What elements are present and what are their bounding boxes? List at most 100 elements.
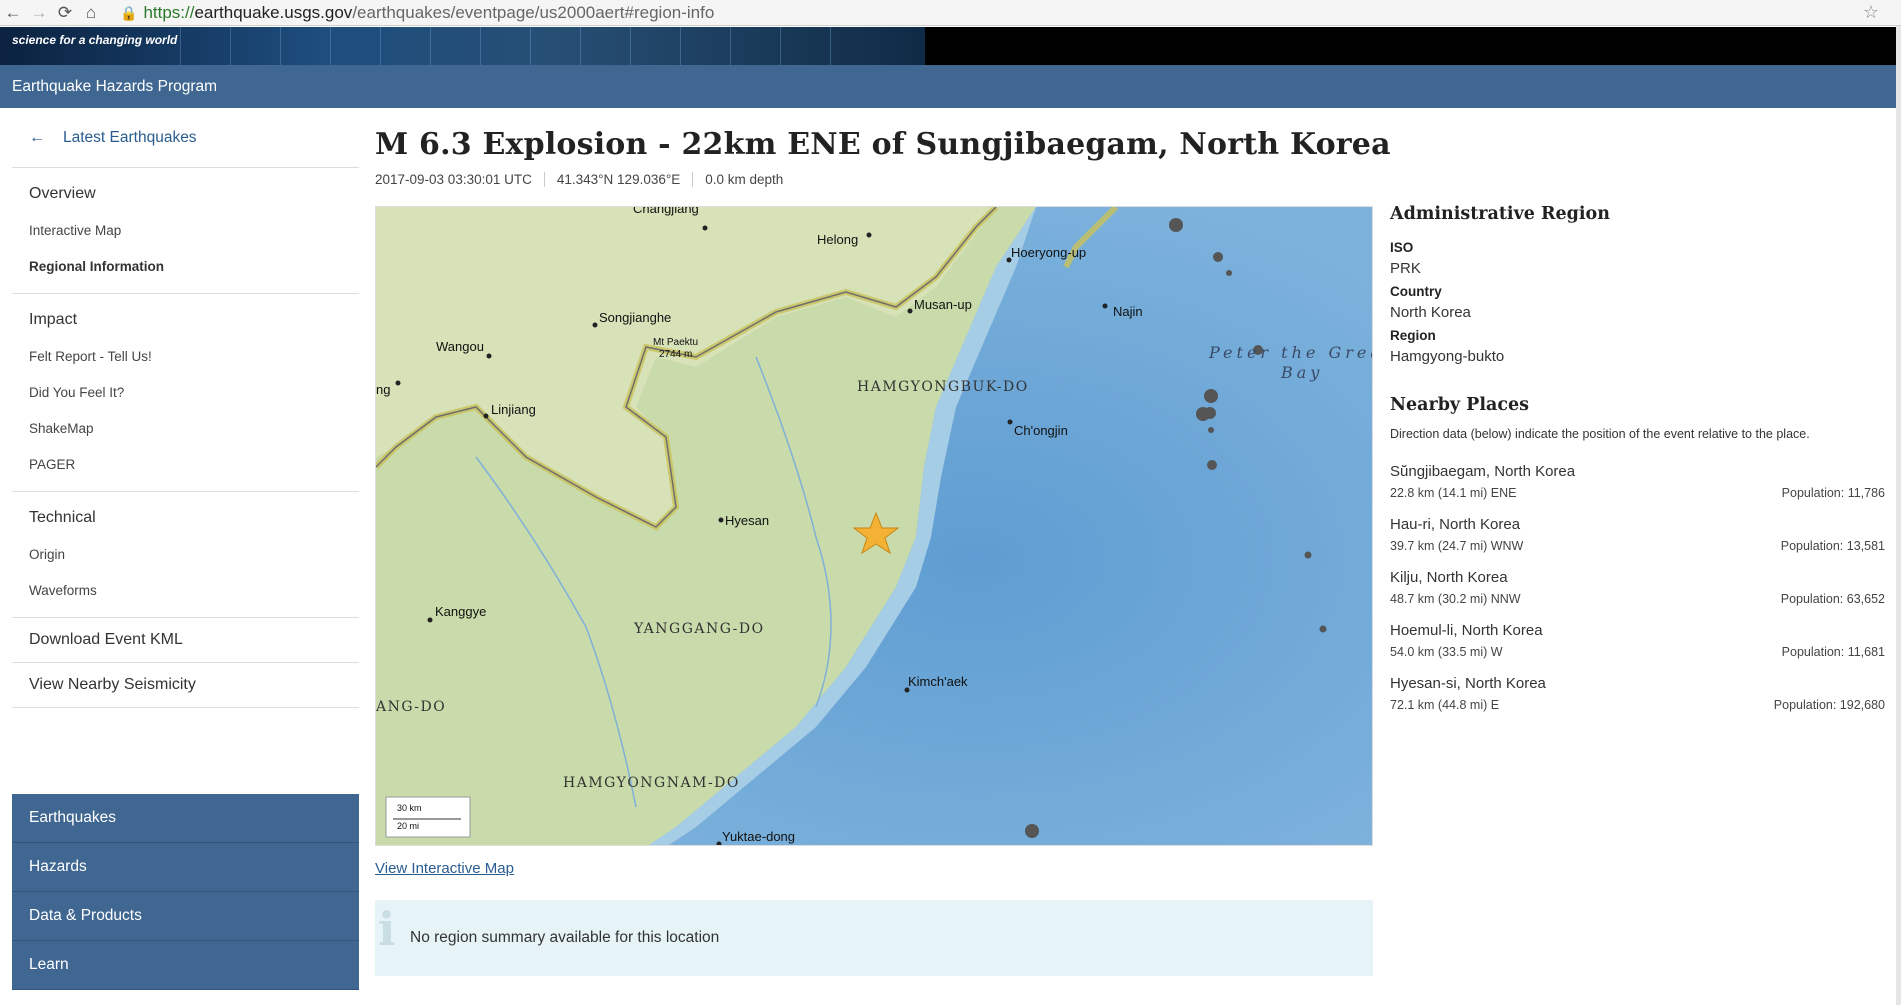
nav-group-impact: Impact Felt Report - Tell Us! Did You Fe… <box>12 294 359 492</box>
reload-icon[interactable]: ⟳ <box>52 0 78 26</box>
lock-icon: 🔒 <box>120 4 138 21</box>
site-nav-data-products[interactable]: Data & Products <box>12 892 359 941</box>
map-label-helong: Helong <box>817 232 859 247</box>
scale-bar-km: 30 km <box>397 803 422 813</box>
program-title[interactable]: Earthquake Hazards Program <box>12 78 217 96</box>
region-summary: No region summary available for this loc… <box>375 900 1373 976</box>
nearby-place: Sŭngjibaegam, North Korea 22.8 km (14.1 … <box>1390 463 1885 500</box>
scale-bar-mi: 20 mi <box>397 821 420 831</box>
url-host: earthquake.usgs.gov <box>194 3 353 22</box>
nearby-place: Hau-ri, North Korea 39.7 km (24.7 mi) WN… <box>1390 516 1885 553</box>
place-distance: 48.7 km (30.2 mi) NNW <box>1390 592 1521 606</box>
browser-toolbar: ← → ⟳ ⌂ 🔒 https://earthquake.usgs.gov/ea… <box>0 0 1901 26</box>
seismic-event[interactable] <box>1319 625 1327 633</box>
nav-shakemap[interactable]: ShakeMap <box>29 410 359 446</box>
country-label: Country <box>1390 284 1442 299</box>
program-header: Earthquake Hazards Program <box>0 65 1896 108</box>
forward-arrow-icon[interactable]: → <box>26 0 52 26</box>
nav-interactive-map[interactable]: Interactive Map <box>29 212 359 248</box>
sidebar: ← Latest Earthquakes Overview Interactiv… <box>12 108 359 708</box>
address-bar[interactable]: 🔒 https://earthquake.usgs.gov/earthquake… <box>120 2 1885 24</box>
nav-download-kml[interactable]: Download Event KML <box>12 618 359 663</box>
map-label-najin: Najin <box>1113 304 1143 319</box>
map-label-hamgyongnam: HAMGYONGNAM-DO <box>563 775 740 791</box>
nav-overview[interactable]: Overview <box>29 176 359 212</box>
map-label-kimchaek: Kimch'aek <box>908 674 968 689</box>
map-label-hamgyongbuk: HAMGYONGBUK-DO <box>857 379 1029 395</box>
home-icon[interactable]: ⌂ <box>78 0 104 26</box>
nearby-place: Kilju, North Korea 48.7 km (30.2 mi) NNW… <box>1390 569 1885 606</box>
latest-earthquakes-link[interactable]: ← Latest Earthquakes <box>12 108 359 168</box>
place-name: Hyesan-si, North Korea <box>1390 675 1546 692</box>
nav-regional-information[interactable]: Regional Information <box>29 248 359 284</box>
event-location: 41.343°N 129.036°E <box>543 172 692 187</box>
nearby-place: Hoemul-li, North Korea 54.0 km (33.5 mi)… <box>1390 622 1885 659</box>
nav-nearby-seismicity[interactable]: View Nearby Seismicity <box>12 663 359 708</box>
view-interactive-map-link[interactable]: View Interactive Map <box>375 860 514 877</box>
event-time: 2017-09-03 03:30:01 UTC <box>375 172 532 187</box>
nav-origin[interactable]: Origin <box>29 536 359 572</box>
back-arrow-icon[interactable]: ← <box>0 0 26 26</box>
nav-did-you-feel-it[interactable]: Did You Feel It? <box>29 374 359 410</box>
seismic-event[interactable] <box>1226 270 1232 276</box>
nav-group-overview: Overview Interactive Map Regional Inform… <box>12 168 359 294</box>
country-value: North Korea <box>1390 304 1471 321</box>
nearby-description: Direction data (below) indicate the posi… <box>1390 427 1810 441</box>
nearby-places-heading: Nearby Places <box>1390 395 1529 415</box>
seismic-event[interactable] <box>1169 218 1183 232</box>
map-label-ang-do: ANG-DO <box>376 699 447 715</box>
place-distance: 54.0 km (33.5 mi) W <box>1390 645 1503 659</box>
map-label-kanggye: Kanggye <box>435 604 487 619</box>
place-population: Population: 63,652 <box>1780 592 1885 606</box>
map-label-musan: Musan-up <box>914 297 972 312</box>
map-label-songjianghe: Songjianghe <box>599 310 672 325</box>
bookmark-star-icon[interactable]: ☆ <box>1863 2 1879 23</box>
seismic-event[interactable] <box>1025 824 1039 838</box>
event-depth: 0.0 km depth <box>692 172 795 187</box>
url-path: /earthquakes/eventpage/us2000aert#region… <box>352 3 715 22</box>
map-svg <box>376 207 1372 845</box>
seismic-event[interactable] <box>1213 252 1223 262</box>
site-nav-learn[interactable]: Learn <box>12 941 359 990</box>
place-distance: 22.8 km (14.1 mi) ENE <box>1390 486 1517 500</box>
place-name: Hau-ri, North Korea <box>1390 516 1521 533</box>
seismic-event[interactable] <box>1304 551 1312 559</box>
url-scheme: https:// <box>143 3 195 22</box>
map-label-paektu: Mt Paektu <box>653 337 699 348</box>
map-label-hyesan: Hyesan <box>725 513 770 528</box>
place-distance: 72.1 km (44.8 mi) E <box>1390 698 1500 712</box>
region-label: Region <box>1390 328 1436 343</box>
nav-technical[interactable]: Technical <box>29 500 359 536</box>
place-name: Kilju, North Korea <box>1390 569 1508 586</box>
nav-impact[interactable]: Impact <box>29 302 359 338</box>
seismic-event[interactable] <box>1207 460 1217 470</box>
map-label-hoeryong: Hoeryong-up <box>1011 245 1087 260</box>
nav-felt-report[interactable]: Felt Report - Tell Us! <box>29 338 359 374</box>
place-population: Population: 13,581 <box>1780 539 1885 553</box>
map-label-chongjin: Ch'ongjin <box>1014 423 1068 438</box>
seismic-event[interactable] <box>1204 389 1218 403</box>
admin-region-heading: Administrative Region <box>1390 204 1610 224</box>
iso-label: ISO <box>1390 240 1414 255</box>
site-nav: Earthquakes Hazards Data & Products Lear… <box>12 794 359 990</box>
map-label-sea: Peter the Grea <box>1209 343 1373 362</box>
site-nav-earthquakes[interactable]: Earthquakes <box>12 794 359 843</box>
region-value: Hamgyong-bukto <box>1390 348 1505 365</box>
site-nav-hazards[interactable]: Hazards <box>12 843 359 892</box>
usgs-tagline[interactable]: science for a changing world <box>12 33 177 47</box>
nav-pager[interactable]: PAGER <box>29 446 359 482</box>
map-label-linjiang: Linjiang <box>491 402 536 417</box>
place-population: Population: 11,681 <box>1781 645 1885 659</box>
map-label-bay: Bay <box>1281 363 1324 382</box>
seismic-event[interactable] <box>1204 407 1216 419</box>
window-scrollbar[interactable] <box>1896 26 1901 1005</box>
map-label-changjiang: Changjiang <box>633 206 699 216</box>
usgs-banner: science for a changing world <box>0 27 1901 65</box>
nav-waveforms[interactable]: Waveforms <box>29 572 359 608</box>
map-label-yanggang: YANGGANG-DO <box>634 621 765 637</box>
place-name: Hoemul-li, North Korea <box>1390 622 1543 639</box>
region-map[interactable]: Changjiang Helong Hoeryong-up Songjiangh… <box>375 206 1373 846</box>
event-meta: 2017-09-03 03:30:01 UTC 41.343°N 129.036… <box>375 172 795 187</box>
map-label-wangou: Wangou <box>436 339 484 354</box>
seismic-event[interactable] <box>1208 427 1214 433</box>
